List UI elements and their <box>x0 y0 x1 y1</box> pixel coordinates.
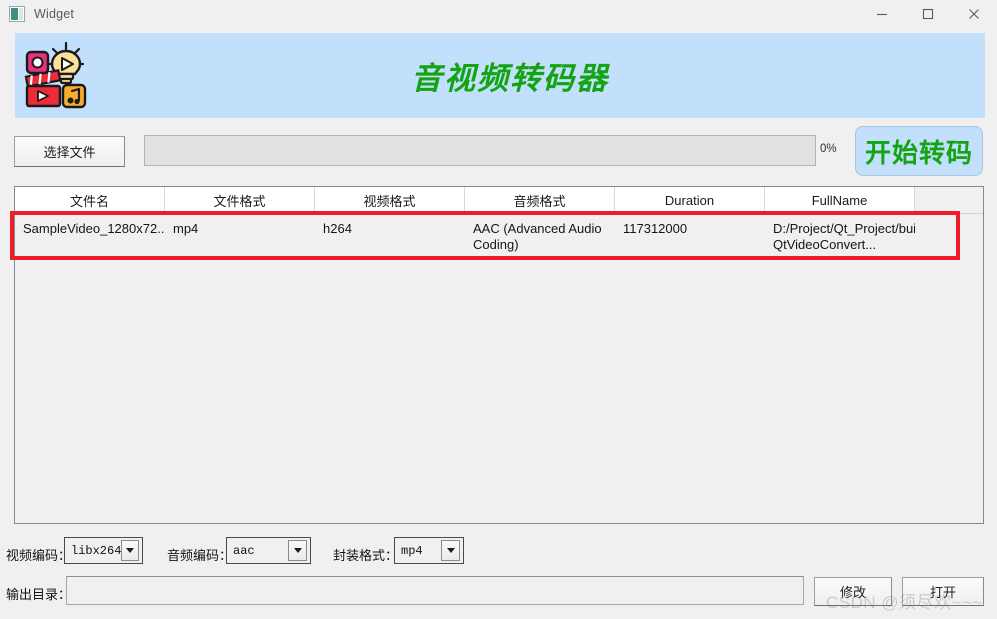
maximize-icon[interactable] <box>905 0 951 28</box>
table-body: SampleVideo_1280x72... mp4 h264 AAC (Adv… <box>15 214 983 262</box>
window-controls <box>859 0 997 28</box>
cell-audio-format: AAC (Advanced Audio Coding) <box>473 221 602 252</box>
cell-spacer <box>915 214 983 262</box>
cell-file-format: mp4 <box>173 221 199 236</box>
title-bar: Widget <box>0 0 997 28</box>
audio-codec-label: 音频编码： <box>167 548 233 563</box>
column-header-full-name[interactable]: FullName <box>765 187 915 213</box>
table-row[interactable]: SampleVideo_1280x72... mp4 h264 AAC (Adv… <box>15 214 983 262</box>
cell-full-name: D:/Project/Qt_Project/build-QtVideoConve… <box>773 221 915 252</box>
app-icon <box>9 6 25 22</box>
column-header-duration[interactable]: Duration <box>615 187 765 213</box>
audio-codec-select[interactable]: aac <box>226 537 311 564</box>
progress-percent-label: 0% <box>820 143 837 155</box>
audio-codec-value: aac <box>233 543 255 558</box>
video-codec-label: 视频编码： <box>6 548 72 563</box>
file-list-table[interactable]: 文件名 文件格式 视频格式 音频格式 Duration FullName Sam… <box>14 186 984 524</box>
column-header-file-name[interactable]: 文件名 <box>15 187 165 213</box>
chevron-down-icon[interactable] <box>441 540 460 561</box>
open-button[interactable]: 打开 <box>902 577 984 606</box>
cell-video-format: h264 <box>323 221 352 236</box>
column-header-file-format[interactable]: 文件格式 <box>165 187 315 213</box>
chevron-down-icon[interactable] <box>288 540 307 561</box>
close-icon[interactable] <box>951 0 997 28</box>
cell-duration: 117312000 <box>623 221 688 236</box>
choose-file-button[interactable]: 选择文件 <box>14 136 125 167</box>
container-format-label: 封装格式： <box>333 548 399 563</box>
header-banner: 音视频转码器 <box>15 33 985 118</box>
start-convert-button[interactable]: 开始转码 <box>855 126 983 176</box>
window-title: Widget <box>34 7 75 21</box>
column-header-spacer[interactable] <box>915 187 983 213</box>
container-format-value: mp4 <box>401 543 423 558</box>
app-window: Widget 音视频转码器 选择文件 0% 开始转码 文件名 文件格式 视频格式… <box>0 0 997 619</box>
column-header-video-format[interactable]: 视频格式 <box>315 187 465 213</box>
modify-button[interactable]: 修改 <box>814 577 892 606</box>
chevron-down-icon[interactable] <box>121 540 139 561</box>
minimize-icon[interactable] <box>859 0 905 28</box>
page-title: 音视频转码器 <box>411 61 609 96</box>
video-codec-value: libx264 <box>71 543 122 558</box>
table-header-row: 文件名 文件格式 视频格式 音频格式 Duration FullName <box>15 187 983 214</box>
cell-file-name: SampleVideo_1280x72... <box>23 221 165 236</box>
column-header-audio-format[interactable]: 音频格式 <box>465 187 615 213</box>
output-dir-label: 输出目录： <box>6 587 72 602</box>
output-dir-input[interactable] <box>66 576 804 605</box>
conversion-progress-bar <box>144 135 816 166</box>
container-format-select[interactable]: mp4 <box>394 537 464 564</box>
video-codec-select[interactable]: libx264 <box>64 537 143 564</box>
